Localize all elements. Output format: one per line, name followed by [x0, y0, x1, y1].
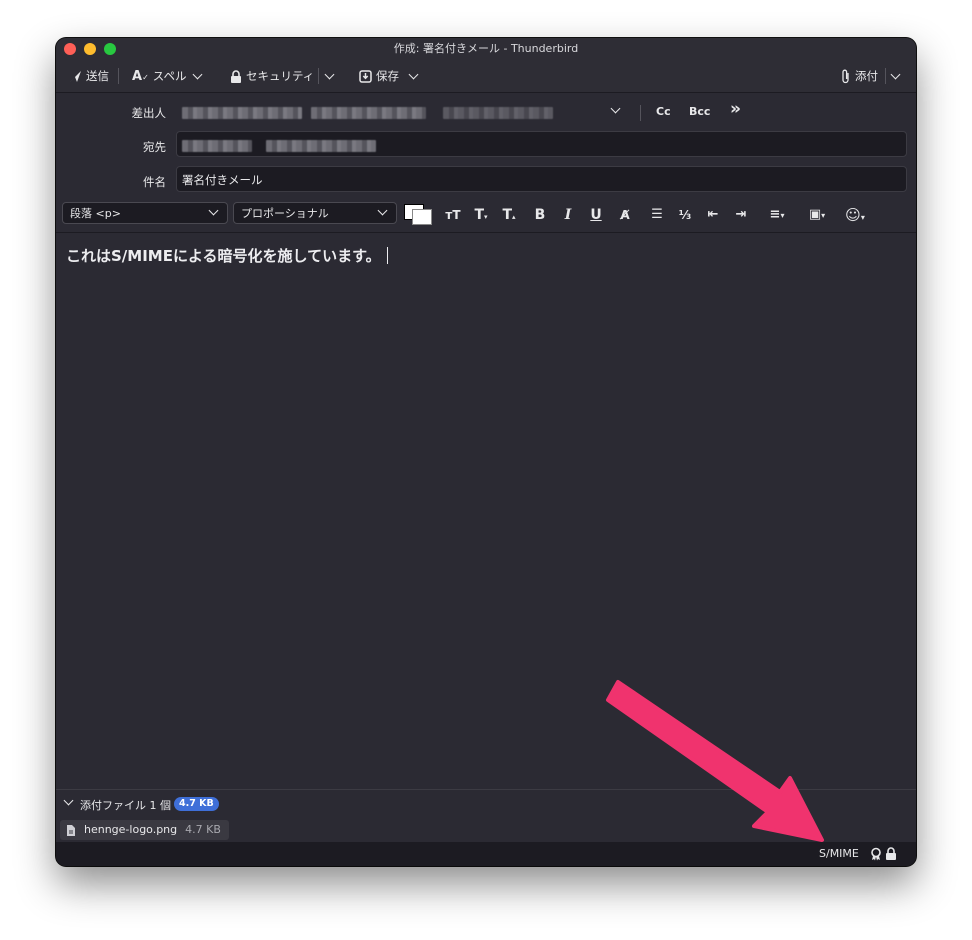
paperclip-icon: [842, 69, 849, 83]
format-toolbar: 段落 <p> プロポーショナル ᴛT T▾ T▴ B I U A̸ ☰ ⅓ ⇤ …: [56, 198, 916, 233]
bulleted-list-icon[interactable]: ☰: [648, 206, 666, 224]
insert-image-icon[interactable]: ▣▾: [802, 206, 832, 224]
chevron-down-icon: [377, 205, 388, 216]
attachment-size: 4.7 KB: [185, 823, 221, 836]
status-bar: S/MIME: [56, 842, 916, 866]
message-header: 差出人 Cc Bcc » 宛先 件名 署名付きメール: [56, 93, 916, 197]
chevron-down-icon: [324, 69, 335, 80]
send-icon: [70, 70, 81, 82]
send-button[interactable]: 送信: [69, 65, 109, 87]
spell-button[interactable]: A✓ スペル: [132, 65, 186, 87]
compose-window: 作成: 署名付きメール - Thunderbird 送信 A✓ スペル セキュリ…: [56, 38, 916, 866]
lock-icon: [231, 69, 241, 83]
save-label: 保存: [376, 69, 399, 83]
text-color-picker[interactable]: [404, 204, 432, 225]
save-button[interactable]: 保存: [359, 65, 399, 87]
attach-button[interactable]: 添付: [841, 65, 878, 87]
chevron-down-icon: [890, 69, 901, 80]
window-title: 作成: 署名付きメール - Thunderbird: [393, 42, 579, 55]
outdent-icon[interactable]: ⇤: [704, 206, 722, 224]
message-body-editor[interactable]: これはS/MIMEによる暗号化を施しています。: [56, 233, 916, 789]
bcc-button[interactable]: Bcc: [689, 105, 710, 118]
from-label: 差出人: [131, 106, 167, 120]
chevron-down-icon: [63, 795, 74, 806]
minimize-window-button[interactable]: [84, 43, 96, 55]
save-icon: [359, 69, 372, 83]
chevron-down-icon: [610, 103, 621, 114]
emoji-icon[interactable]: ☺▾: [840, 206, 870, 224]
security-button[interactable]: セキュリティ: [230, 65, 314, 87]
font-size-smaller-icon[interactable]: ᴛT: [444, 206, 462, 224]
chevron-down-icon: [408, 69, 419, 80]
file-icon: [67, 824, 75, 836]
cc-button[interactable]: Cc: [656, 105, 671, 118]
attachment-name: hennge-logo.png: [84, 823, 178, 836]
remove-formatting-icon[interactable]: A̸: [616, 206, 634, 224]
compose-toolbar: 送信 A✓ スペル セキュリティ 保存 添付: [56, 60, 916, 93]
to-field[interactable]: [176, 131, 907, 157]
attach-label: 添付: [855, 69, 878, 83]
paragraph-format-select[interactable]: 段落 <p>: [62, 202, 228, 224]
paragraph-format-value: 段落 <p>: [70, 207, 121, 220]
message-body-text: これはS/MIMEによる暗号化を施しています。: [66, 245, 388, 266]
spell-label: スペル: [152, 69, 187, 83]
bold-icon[interactable]: B: [531, 206, 549, 224]
zoom-window-button[interactable]: [104, 43, 116, 55]
spell-menu-button[interactable]: [192, 65, 203, 87]
font-size-up-icon[interactable]: T▴: [500, 206, 518, 224]
underline-icon[interactable]: U: [587, 206, 605, 224]
more-recipients-icon[interactable]: »: [730, 99, 741, 119]
italic-icon[interactable]: I: [559, 206, 577, 224]
font-select[interactable]: プロポーショナル: [233, 202, 397, 224]
indent-icon[interactable]: ⇥: [732, 206, 750, 224]
subject-label: 件名: [143, 175, 166, 189]
text-caret: [386, 247, 388, 264]
encryption-lock-icon[interactable]: [885, 847, 897, 860]
attachment-list: hennge-logo.png 4.7 KB: [56, 818, 916, 842]
title-bar: 作成: 署名付きメール - Thunderbird: [56, 38, 916, 60]
attachment-size-badge: 4.7 KB: [174, 797, 219, 811]
attachment-bar[interactable]: 添付ファイル 1 個 4.7 KB: [56, 789, 916, 819]
chevron-down-icon: [192, 69, 203, 80]
attachment-item[interactable]: hennge-logo.png 4.7 KB: [60, 820, 229, 840]
signature-certificate-icon[interactable]: [869, 847, 883, 861]
send-label: 送信: [86, 69, 109, 83]
font-value: プロポーショナル: [241, 207, 329, 220]
security-menu-button[interactable]: [324, 65, 335, 87]
attach-menu-button[interactable]: [890, 65, 901, 87]
numbered-list-icon[interactable]: ⅓: [676, 206, 694, 224]
chevron-down-icon: [208, 205, 219, 216]
save-menu-button[interactable]: [408, 65, 419, 87]
to-label: 宛先: [143, 140, 166, 154]
font-size-down-icon[interactable]: T▾: [472, 206, 490, 224]
security-label: セキュリティ: [246, 69, 315, 83]
alignment-icon[interactable]: ≡▾: [762, 206, 792, 224]
spellcheck-icon: A✓: [132, 68, 149, 84]
subject-input[interactable]: 署名付きメール: [176, 166, 907, 192]
from-select[interactable]: [176, 101, 626, 123]
attachment-summary: 添付ファイル 1 個: [80, 799, 171, 812]
smime-status-label[interactable]: S/MIME: [819, 842, 859, 866]
close-window-button[interactable]: [64, 43, 76, 55]
